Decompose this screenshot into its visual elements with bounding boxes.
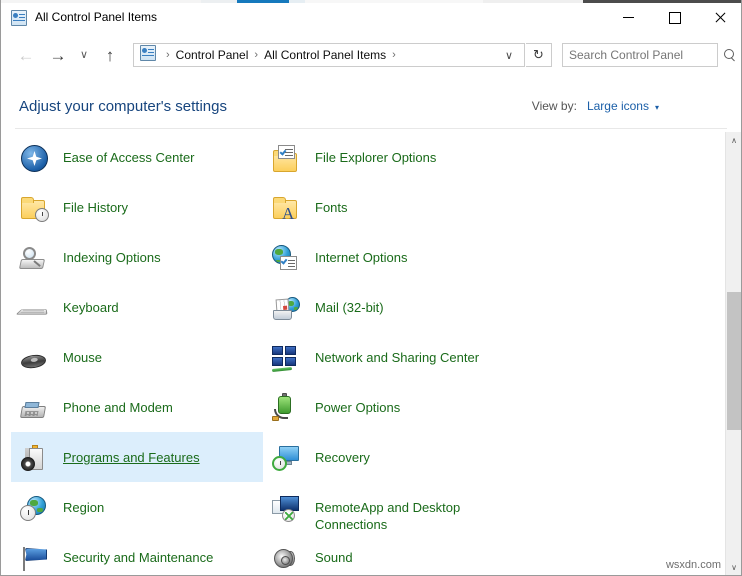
items-column-left: Ease of Access Center File History Index… bbox=[11, 132, 263, 576]
item-label: Ease of Access Center bbox=[63, 149, 195, 166]
file-explorer-options-icon bbox=[271, 144, 303, 176]
phone-and-modem-icon bbox=[19, 394, 51, 426]
control-panel-item-sound[interactable]: Sound bbox=[263, 532, 515, 576]
item-label: Power Options bbox=[315, 399, 400, 416]
control-panel-icon bbox=[11, 10, 27, 26]
breadcrumb-control-panel[interactable]: Control Panel bbox=[176, 48, 249, 62]
network-and-sharing-center-icon bbox=[271, 344, 303, 376]
mouse-icon bbox=[19, 344, 51, 376]
remoteapp-and-desktop-connections-icon bbox=[271, 494, 303, 526]
control-panel-item-ease-of-access-center[interactable]: Ease of Access Center bbox=[11, 132, 263, 182]
close-button[interactable] bbox=[697, 3, 742, 32]
item-label: Sound bbox=[315, 549, 353, 566]
minimize-icon bbox=[623, 12, 634, 23]
control-panel-items-grid: Ease of Access Center File History Index… bbox=[1, 132, 727, 576]
search-icon bbox=[724, 49, 737, 62]
window-controls bbox=[605, 3, 742, 32]
item-label: File History bbox=[63, 199, 128, 216]
vertical-scrollbar[interactable]: ∧ ∨ bbox=[725, 132, 741, 576]
power-options-icon bbox=[271, 394, 303, 426]
control-panel-item-region[interactable]: Region bbox=[11, 482, 263, 532]
recovery-icon bbox=[271, 444, 303, 476]
item-label: Region bbox=[63, 499, 104, 516]
control-panel-item-file-explorer-options[interactable]: File Explorer Options bbox=[263, 132, 515, 182]
item-label: Indexing Options bbox=[63, 249, 161, 266]
page-title: Adjust your computer's settings bbox=[19, 98, 227, 115]
back-button[interactable]: ← bbox=[13, 42, 39, 68]
keyboard-icon bbox=[19, 294, 51, 326]
control-panel-item-network-and-sharing-center[interactable]: Network and Sharing Center bbox=[263, 332, 515, 382]
maximize-icon bbox=[669, 12, 680, 23]
navigation-bar: ← → ∨ ↑ › Control Panel › All Control Pa… bbox=[1, 32, 742, 78]
control-panel-icon bbox=[140, 45, 156, 66]
item-label: Recovery bbox=[315, 449, 370, 466]
search-input[interactable] bbox=[569, 48, 724, 62]
breadcrumb-separator: › bbox=[386, 50, 402, 61]
title-bar[interactable]: All Control Panel Items bbox=[1, 3, 742, 32]
sound-icon bbox=[271, 544, 303, 576]
search-box[interactable] bbox=[562, 43, 718, 67]
control-panel-item-file-history[interactable]: File History bbox=[11, 182, 263, 232]
item-label: Keyboard bbox=[63, 299, 119, 316]
address-bar[interactable]: › Control Panel › All Control Panel Item… bbox=[133, 43, 525, 67]
view-by-value[interactable]: Large icons bbox=[587, 99, 649, 113]
breadcrumb-all-control-panel-items[interactable]: All Control Panel Items bbox=[264, 48, 386, 62]
chevron-down-icon[interactable]: ∨ bbox=[498, 44, 520, 66]
control-panel-item-phone-and-modem[interactable]: Phone and Modem bbox=[11, 382, 263, 432]
watermark: wsxdn.com bbox=[666, 559, 721, 571]
recent-locations-button[interactable]: ∨ bbox=[75, 42, 93, 68]
scrollbar-thumb[interactable] bbox=[727, 292, 741, 430]
breadcrumb-separator: › bbox=[160, 50, 176, 61]
indexing-options-icon bbox=[19, 244, 51, 276]
scroll-down-button[interactable]: ∨ bbox=[726, 559, 742, 576]
breadcrumb-separator: › bbox=[248, 50, 264, 61]
mail-icon bbox=[271, 294, 303, 326]
control-panel-item-remoteapp-and-desktop-connections[interactable]: RemoteApp and Desktop Connections bbox=[263, 482, 515, 532]
item-label: RemoteApp and Desktop Connections bbox=[315, 499, 505, 533]
control-panel-item-power-options[interactable]: Power Options bbox=[263, 382, 515, 432]
refresh-button[interactable]: ↻ bbox=[526, 43, 552, 67]
scroll-up-button[interactable]: ∧ bbox=[726, 132, 742, 149]
item-label: Fonts bbox=[315, 199, 348, 216]
item-label: Phone and Modem bbox=[63, 399, 173, 416]
control-panel-item-indexing-options[interactable]: Indexing Options bbox=[11, 232, 263, 282]
region-icon bbox=[19, 494, 51, 526]
close-icon bbox=[715, 12, 726, 23]
item-label: Security and Maintenance bbox=[63, 549, 213, 566]
control-panel-item-recovery[interactable]: Recovery bbox=[263, 432, 515, 482]
view-by-label: View by: bbox=[532, 99, 577, 113]
control-panel-item-security-and-maintenance[interactable]: Security and Maintenance bbox=[11, 532, 263, 576]
item-label: Internet Options bbox=[315, 249, 408, 266]
control-panel-item-fonts[interactable]: A Fonts bbox=[263, 182, 515, 232]
file-history-icon bbox=[19, 194, 51, 226]
window-title: All Control Panel Items bbox=[35, 3, 157, 32]
fonts-icon: A bbox=[271, 194, 303, 226]
security-and-maintenance-icon bbox=[19, 544, 51, 576]
up-button[interactable]: ↑ bbox=[97, 42, 123, 68]
programs-and-features-icon bbox=[19, 444, 51, 476]
internet-options-icon bbox=[271, 244, 303, 276]
chevron-down-icon[interactable]: ▾ bbox=[655, 103, 659, 112]
item-label: Mail (32-bit) bbox=[315, 299, 384, 316]
items-column-right: File Explorer Options A Fonts Internet O… bbox=[263, 132, 515, 576]
control-panel-item-mail[interactable]: Mail (32-bit) bbox=[263, 282, 515, 332]
minimize-button[interactable] bbox=[605, 3, 651, 32]
forward-button[interactable]: → bbox=[45, 42, 71, 68]
control-panel-window: All Control Panel Items ← → ∨ ↑ › Contro… bbox=[0, 0, 742, 576]
maximize-button[interactable] bbox=[651, 3, 697, 32]
control-panel-item-keyboard[interactable]: Keyboard bbox=[11, 282, 263, 332]
header-divider bbox=[15, 128, 727, 129]
item-label: Programs and Features bbox=[63, 449, 200, 466]
control-panel-item-mouse[interactable]: Mouse bbox=[11, 332, 263, 382]
ease-of-access-icon bbox=[19, 144, 51, 176]
page-header: Adjust your computer's settings View by:… bbox=[1, 84, 742, 128]
item-label: File Explorer Options bbox=[315, 149, 436, 166]
item-label: Network and Sharing Center bbox=[315, 349, 479, 366]
control-panel-item-programs-and-features[interactable]: Programs and Features bbox=[11, 432, 263, 482]
view-by-control[interactable]: View by: Large icons ▾ bbox=[532, 99, 659, 113]
control-panel-item-internet-options[interactable]: Internet Options bbox=[263, 232, 515, 282]
item-label: Mouse bbox=[63, 349, 102, 366]
